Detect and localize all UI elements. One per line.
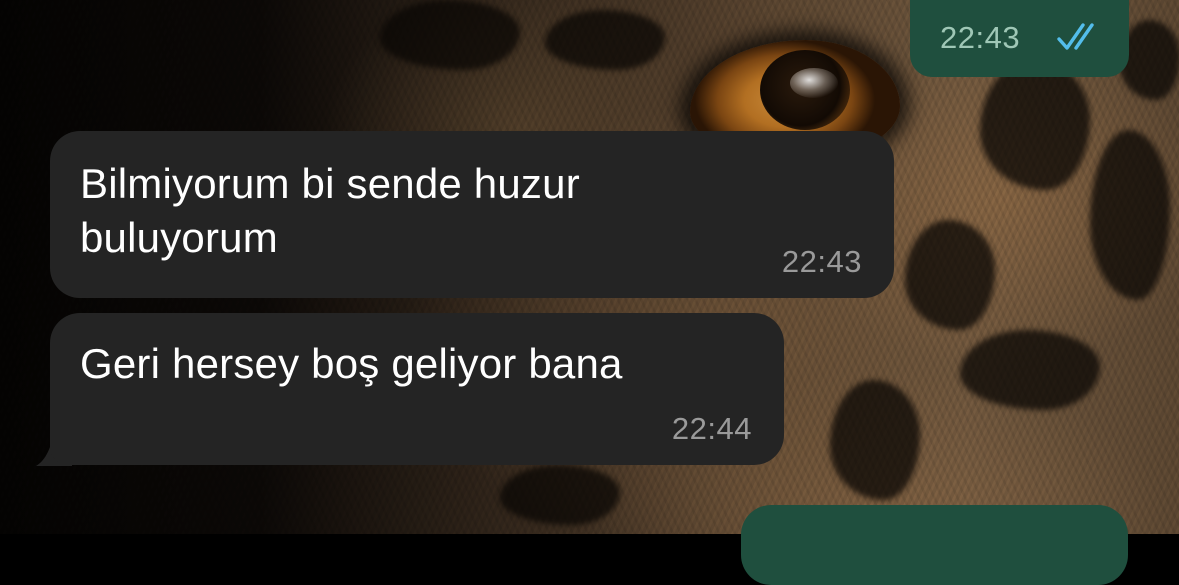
incoming-message-bubble[interactable]: Geri hersey boş geliyor bana 22:44 bbox=[50, 313, 784, 465]
message-text: Bilmiyorum bi sende huzur buluyorum bbox=[80, 157, 760, 265]
wallpaper-spot bbox=[380, 0, 520, 70]
message-timestamp: 22:43 bbox=[781, 244, 862, 279]
wallpaper-spot bbox=[1090, 130, 1170, 300]
wallpaper-spot bbox=[830, 380, 920, 500]
wallpaper-spot bbox=[980, 60, 1090, 190]
message-text-line: Bilmiyorum bi sende huzur bbox=[80, 160, 580, 207]
message-timestamp: 22:43 bbox=[940, 20, 1021, 55]
outgoing-message-bubble[interactable]: 22:43 bbox=[910, 0, 1129, 77]
message-text-line: buluyorum bbox=[80, 214, 278, 261]
double-check-icon bbox=[1057, 23, 1094, 50]
wallpaper-spot bbox=[905, 220, 995, 330]
wallpaper-eye-glint bbox=[790, 68, 838, 98]
incoming-message-bubble[interactable]: Bilmiyorum bi sende huzur buluyorum 22:4… bbox=[50, 131, 894, 298]
message-text: Geri hersey boş geliyor bana bbox=[80, 340, 623, 387]
outgoing-message-bubble-partial[interactable] bbox=[741, 505, 1128, 585]
message-timestamp: 22:44 bbox=[671, 411, 752, 446]
wallpaper-spot bbox=[500, 465, 620, 525]
wallpaper-spot bbox=[960, 330, 1100, 410]
wallpaper-spot bbox=[545, 10, 665, 70]
